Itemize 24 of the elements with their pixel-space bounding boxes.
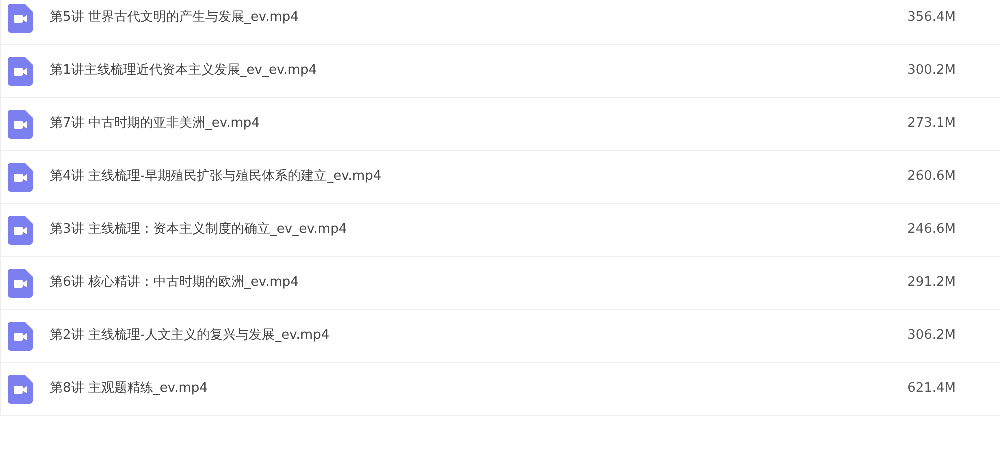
file-name[interactable]: 第3讲 主线梳理：资本主义制度的确立_ev_ev.mp4 [50,220,348,240]
file-name[interactable]: 第4讲 主线梳理-早期殖民扩张与殖民体系的建立_ev.mp4 [50,167,382,187]
file-name[interactable]: 第2讲 主线梳理-人文主义的复兴与发展_ev.mp4 [50,326,330,346]
video-file-icon [8,322,33,350]
video-file-icon [8,374,33,404]
file-size: 246.6M [908,221,956,240]
file-size: 356.4M [908,9,956,28]
video-file-icon [8,56,33,86]
file-size: 306.2M [908,327,956,346]
file-size: 291.2M [908,274,956,292]
video-file-icon [8,4,33,32]
file-name[interactable]: 第5讲 世界古代文明的产生与发展_ev.mp4 [50,8,299,28]
file-name[interactable]: 第7讲 中古时期的亚非美洲_ev.mp4 [50,114,260,134]
file-name[interactable]: 第1讲主线梳理近代资本主义发展_ev_ev.mp4 [50,61,317,81]
file-name[interactable]: 第8讲 主观题精练_ev.mp4 [50,379,208,399]
file-size: 273.1M [908,115,956,134]
video-file-icon [8,216,33,244]
file-size: 260.6M [908,168,956,186]
file-size: 621.4M [908,380,956,398]
video-file-icon [8,268,33,298]
file-size: 300.2M [908,62,956,80]
video-file-icon [8,162,33,192]
file-name[interactable]: 第6讲 核心精讲：中古时期的欧洲_ev.mp4 [50,273,299,293]
video-file-icon [8,110,33,138]
